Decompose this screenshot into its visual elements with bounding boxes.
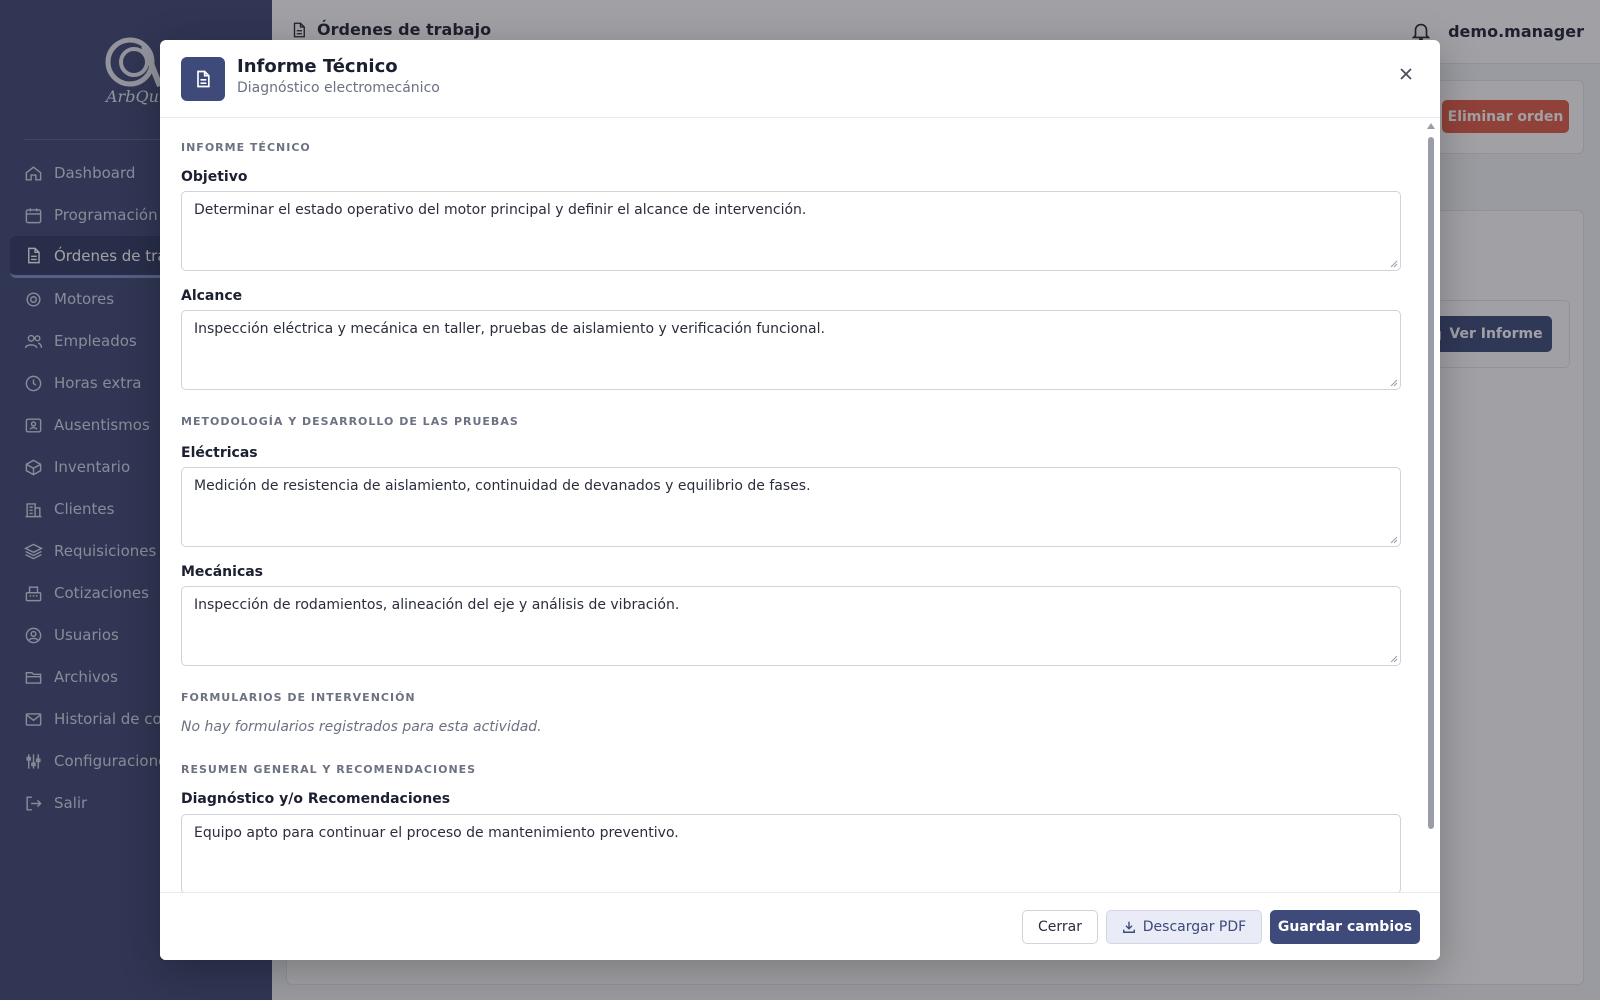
- save-changes-button[interactable]: Guardar cambios: [1270, 910, 1420, 944]
- objetivo-value: Determinar el estado operativo del motor…: [194, 202, 807, 218]
- resize-handle-icon[interactable]: [1390, 536, 1398, 544]
- section-heading-informe: INFORME TÉCNICO: [181, 141, 311, 154]
- no-forms-message: No hay formularios registrados para esta…: [181, 719, 542, 735]
- objetivo-label: Objetivo: [181, 169, 248, 185]
- resize-handle-icon[interactable]: [1390, 655, 1398, 663]
- modal-body[interactable]: INFORME TÉCNICO Objetivo Determinar el e…: [160, 119, 1440, 931]
- alcance-value: Inspección eléctrica y mecánica en talle…: [194, 321, 825, 337]
- alcance-label: Alcance: [181, 288, 243, 304]
- electricas-value: Medición de resistencia de aislamiento, …: [194, 478, 811, 494]
- download-pdf-label: Descargar PDF: [1142, 919, 1247, 935]
- diagnostico-label: Diagnóstico y/o Recomendaciones: [181, 791, 451, 807]
- resize-handle-icon[interactable]: [1390, 379, 1398, 387]
- modal-subtitle: Diagnóstico electromecánico: [237, 80, 440, 96]
- electricas-textarea[interactable]: Medición de resistencia de aislamiento, …: [181, 467, 1401, 547]
- close-button[interactable]: Cerrar: [1022, 910, 1098, 944]
- close-icon[interactable]: [1392, 60, 1420, 88]
- section-heading-metodologia: METODOLOGÍA Y DESARROLLO DE LAS PRUEBAS: [181, 415, 519, 428]
- technical-report-modal: Informe Técnico Diagnóstico electromecán…: [160, 40, 1440, 960]
- download-icon: [1122, 921, 1135, 933]
- mecanicas-value: Inspección de rodamientos, alineación de…: [194, 597, 680, 613]
- electricas-label: Eléctricas: [181, 445, 258, 461]
- modal-footer: Cerrar Descargar PDF Guardar cambios: [160, 892, 1440, 960]
- alcance-textarea[interactable]: Inspección eléctrica y mecánica en talle…: [181, 310, 1401, 390]
- resize-handle-icon[interactable]: [1390, 260, 1398, 268]
- scroll-up-icon[interactable]: [1427, 123, 1435, 129]
- report-icon: [181, 57, 225, 101]
- diagnostico-value: Equipo apto para continuar el proceso de…: [194, 825, 679, 841]
- objetivo-textarea[interactable]: Determinar el estado operativo del motor…: [181, 191, 1401, 271]
- section-heading-formularios: FORMULARIOS DE INTERVENCIÓN: [181, 691, 416, 704]
- download-pdf-button[interactable]: Descargar PDF: [1106, 910, 1262, 944]
- modal-title: Informe Técnico: [237, 56, 398, 77]
- mecanicas-textarea[interactable]: Inspección de rodamientos, alineación de…: [181, 586, 1401, 666]
- modal-header: Informe Técnico Diagnóstico electromecán…: [160, 40, 1440, 118]
- diagnostico-textarea[interactable]: Equipo apto para continuar el proceso de…: [181, 814, 1401, 894]
- section-heading-resumen: RESUMEN GENERAL Y RECOMENDACIONES: [181, 763, 477, 776]
- modal-scrollbar[interactable]: [1425, 119, 1437, 931]
- scroll-thumb[interactable]: [1428, 137, 1434, 829]
- mecanicas-label: Mecánicas: [181, 564, 264, 580]
